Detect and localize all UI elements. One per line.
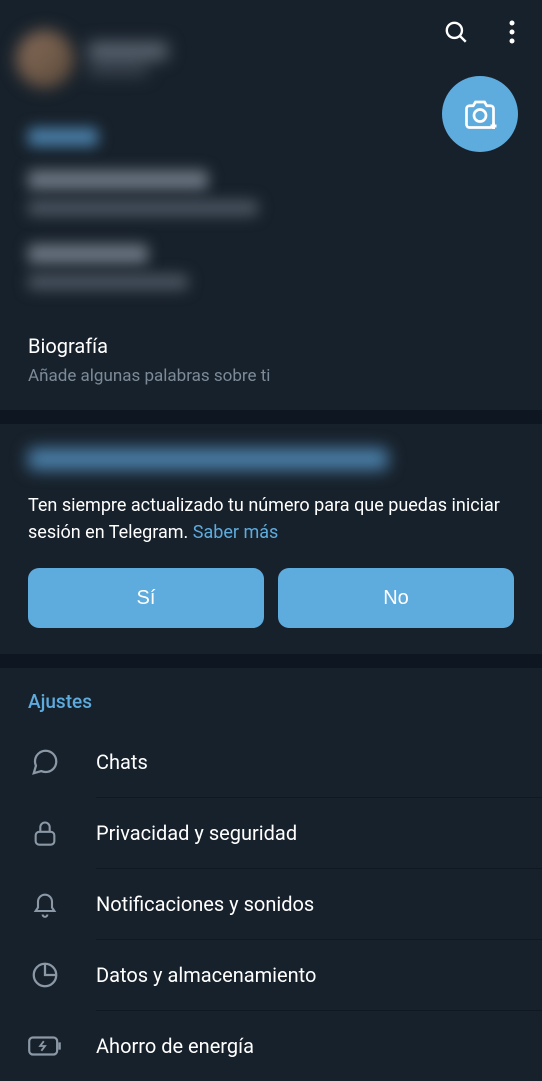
settings-label: Ahorro de energía xyxy=(96,1034,254,1058)
bell-icon xyxy=(28,887,62,921)
bio-subtitle: Añade algunas palabras sobre ti xyxy=(28,366,514,386)
pie-icon xyxy=(28,958,62,992)
settings-section: Ajustes Chats Privacidad y seguridad Not… xyxy=(0,668,542,1081)
profile-info[interactable] xyxy=(16,30,526,88)
profile-header xyxy=(0,0,542,110)
camera-button[interactable] xyxy=(442,76,518,152)
settings-item-notifications[interactable]: Notificaciones y sonidos xyxy=(0,869,542,939)
account-label xyxy=(28,128,98,146)
prompt-text: Ten siempre actualizado tu número para q… xyxy=(28,492,514,546)
settings-label: Chats xyxy=(96,750,148,774)
no-button[interactable]: No xyxy=(278,568,514,628)
section-divider xyxy=(0,410,542,424)
settings-label: Notificaciones y sonidos xyxy=(96,892,314,916)
section-divider xyxy=(0,654,542,668)
battery-icon xyxy=(28,1029,62,1063)
learn-more-link[interactable]: Saber más xyxy=(193,522,279,543)
username[interactable] xyxy=(28,244,148,264)
yes-button[interactable]: Sí xyxy=(28,568,264,628)
phone-number[interactable] xyxy=(28,170,208,190)
settings-item-data[interactable]: Datos y almacenamiento xyxy=(0,940,542,1010)
bio-row[interactable]: Biografía Añade algunas palabras sobre t… xyxy=(0,334,542,410)
settings-item-privacy[interactable]: Privacidad y seguridad xyxy=(0,798,542,868)
settings-item-chats[interactable]: Chats xyxy=(0,727,542,797)
lock-icon xyxy=(28,816,62,850)
prompt-question xyxy=(28,448,388,470)
bio-title: Biografía xyxy=(28,334,514,358)
settings-title: Ajustes xyxy=(0,690,542,727)
username-hint xyxy=(28,274,188,290)
settings-item-battery[interactable]: Ahorro de energía xyxy=(0,1011,542,1081)
phone-hint xyxy=(28,200,258,216)
phone-prompt: Ten siempre actualizado tu número para q… xyxy=(0,424,542,654)
settings-label: Privacidad y seguridad xyxy=(96,821,297,845)
avatar xyxy=(16,30,74,88)
chat-icon xyxy=(28,745,62,779)
settings-label: Datos y almacenamiento xyxy=(96,963,316,987)
